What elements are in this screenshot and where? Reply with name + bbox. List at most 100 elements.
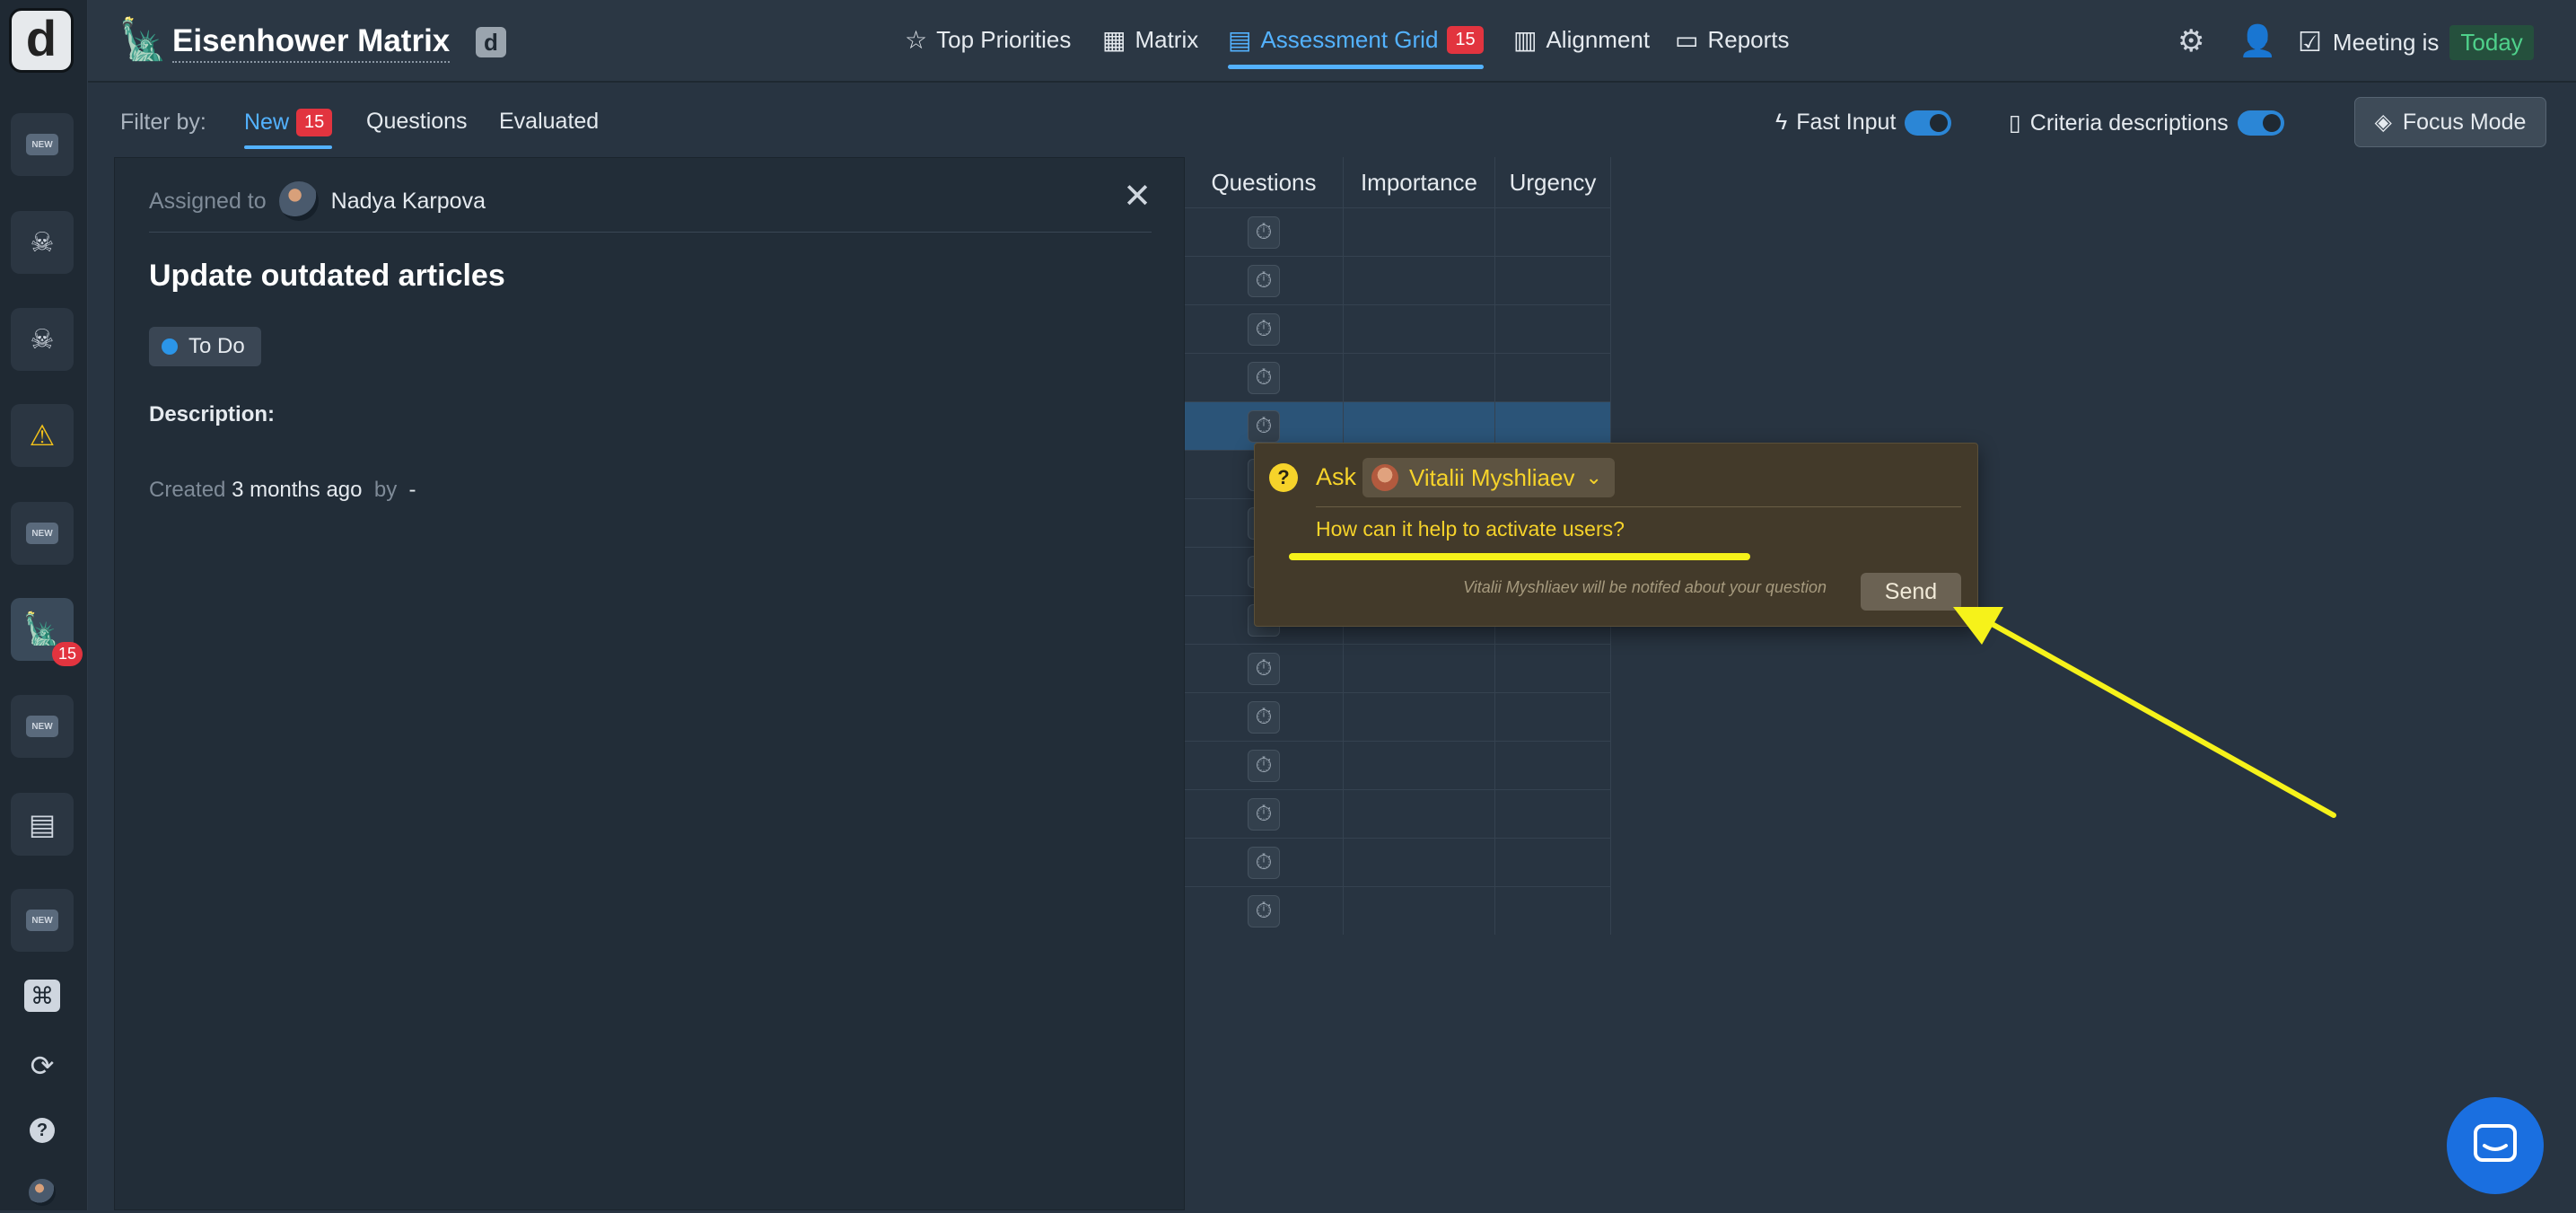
questions-cell[interactable]: ⏱ [1185,887,1344,935]
urgency-cell[interactable] [1495,645,1611,692]
urgency-cell[interactable] [1495,887,1611,935]
ask-question-icon[interactable]: ⏱ [1248,361,1280,394]
fast-input-label: Fast Input [1796,110,1897,135]
questions-cell[interactable]: ⏱ [1185,693,1344,741]
rail-item-eisenhower[interactable]: 🗽 15 [11,598,83,666]
refresh-icon[interactable]: ⟳ [22,1045,63,1086]
urgency-cell[interactable] [1495,693,1611,741]
close-icon[interactable]: ✕ [1123,176,1152,216]
nav-label: Matrix [1135,26,1199,53]
chat-launcher-button[interactable] [2447,1097,2544,1194]
grid-row[interactable]: ⏱ [1185,692,1611,741]
urgency-cell[interactable] [1495,208,1611,256]
importance-cell[interactable] [1344,208,1495,256]
importance-cell[interactable] [1344,305,1495,353]
column-importance[interactable]: Importance [1344,157,1495,207]
status-badge[interactable]: To Do [149,327,261,366]
nav-top-priorities[interactable]: ☆ Top Priorities [905,25,1071,55]
task-title[interactable]: Update outdated articles [149,259,505,294]
questions-cell[interactable]: ⏱ [1185,354,1344,401]
rail-item-3[interactable]: ☠ [11,308,74,371]
importance-cell[interactable] [1344,645,1495,692]
workspace-chip[interactable]: d [476,27,506,57]
filter-tab-new[interactable]: New 15 [244,109,333,149]
nav-label: Top Priorities [936,26,1072,53]
command-icon[interactable]: ⌘ [22,975,63,1016]
urgency-cell[interactable] [1495,257,1611,304]
questions-cell[interactable]: ⏱ [1185,742,1344,789]
questions-cell[interactable]: ⏱ [1185,839,1344,886]
rail-item-5[interactable]: NEW [11,502,74,565]
filter-tab-evaluated[interactable]: Evaluated [499,109,599,135]
importance-cell[interactable] [1344,693,1495,741]
page-title[interactable]: Eisenhower Matrix [172,23,451,63]
ask-question-icon[interactable]: ⏱ [1248,846,1280,879]
fast-input-toggle[interactable]: ϟ Fast Input [1775,110,1952,136]
questions-cell[interactable]: ⏱ [1185,645,1344,692]
ask-question-icon[interactable]: ⏱ [1248,264,1280,297]
ask-question-icon[interactable]: ⏱ [1248,312,1280,346]
importance-cell[interactable] [1344,790,1495,838]
nav-alignment[interactable]: ▥ Alignment [1513,25,1650,55]
questions-cell[interactable]: ⏱ [1185,305,1344,353]
grid-row[interactable]: ⏱ [1185,789,1611,838]
grid-row[interactable]: ⏱ [1185,644,1611,692]
grid-row[interactable]: ⏱ [1185,353,1611,401]
ask-question-icon[interactable]: ⏱ [1248,409,1280,443]
add-user-icon[interactable]: 👤 [2239,23,2276,59]
questions-cell[interactable]: ⏱ [1185,790,1344,838]
question-input[interactable]: How can it help to activate users? [1316,517,1625,541]
grid-row[interactable]: ⏱ [1185,741,1611,789]
importance-cell[interactable] [1344,887,1495,935]
rail-item-9[interactable]: NEW [11,889,74,952]
meeting-status[interactable]: ☑ Meeting is Today [2298,25,2534,60]
grid-row[interactable]: ⏱ [1185,304,1611,353]
assigned-row[interactable]: Assigned to Nadya Karpova [149,181,486,221]
importance-cell[interactable] [1344,839,1495,886]
ask-question-icon[interactable]: ⏱ [1248,700,1280,734]
importance-cell[interactable] [1344,354,1495,401]
nav-reports[interactable]: ▭ Reports [1675,25,1790,55]
criteria-toggle[interactable]: ▯ Criteria descriptions [2009,110,2284,136]
divider [149,232,1152,233]
skull-icon: ☠ [30,227,55,258]
ask-question-icon[interactable]: ⏱ [1248,652,1280,685]
grid-row[interactable]: ⏱ [1185,886,1611,935]
urgency-cell[interactable] [1495,790,1611,838]
nav-assessment-grid[interactable]: ▤ Assessment Grid 15 [1228,25,1484,69]
ask-question-icon[interactable]: ⏱ [1248,749,1280,782]
urgency-cell[interactable] [1495,742,1611,789]
ask-question-icon[interactable]: ⏱ [1248,797,1280,831]
user-avatar[interactable] [22,1172,63,1213]
ask-question-icon[interactable]: ⏱ [1248,894,1280,927]
toggle-switch[interactable] [2237,110,2284,136]
urgency-cell[interactable] [1495,839,1611,886]
sliders-icon[interactable]: ⚙ [2177,23,2204,59]
urgency-cell[interactable] [1495,305,1611,353]
importance-cell[interactable] [1344,742,1495,789]
grid-row[interactable]: ⏱ [1185,207,1611,256]
rail-item-7[interactable]: NEW [11,695,74,758]
nav-matrix[interactable]: ▦ Matrix [1102,25,1198,55]
questions-cell[interactable]: ⏱ [1185,257,1344,304]
ask-question-icon[interactable]: ⏱ [1248,215,1280,249]
app-logo[interactable]: d [9,8,74,73]
filter-tab-questions[interactable]: Questions [366,109,468,135]
help-icon[interactable]: ? [22,1110,63,1151]
focus-mode-button[interactable]: ◈ Focus Mode [2354,97,2546,147]
rail-item-4[interactable]: ⚠ [11,404,74,467]
rail-item-1[interactable]: NEW [11,113,74,176]
grid-row[interactable]: ⏱ [1185,256,1611,304]
ask-user-select[interactable]: Vitalii Myshliaev ⌄ [1362,458,1615,497]
grid-row[interactable]: ⏱ [1185,838,1611,886]
star-icon: ☆ [905,26,928,54]
column-questions[interactable]: Questions [1185,157,1344,207]
urgency-cell[interactable] [1495,354,1611,401]
questions-cell[interactable]: ⏱ [1185,208,1344,256]
rail-item-2[interactable]: ☠ [11,211,74,274]
importance-cell[interactable] [1344,257,1495,304]
rail-item-8[interactable]: ▤ [11,793,74,856]
send-button[interactable]: Send [1861,573,1961,611]
column-urgency[interactable]: Urgency [1495,157,1611,207]
toggle-switch[interactable] [1905,110,1952,136]
